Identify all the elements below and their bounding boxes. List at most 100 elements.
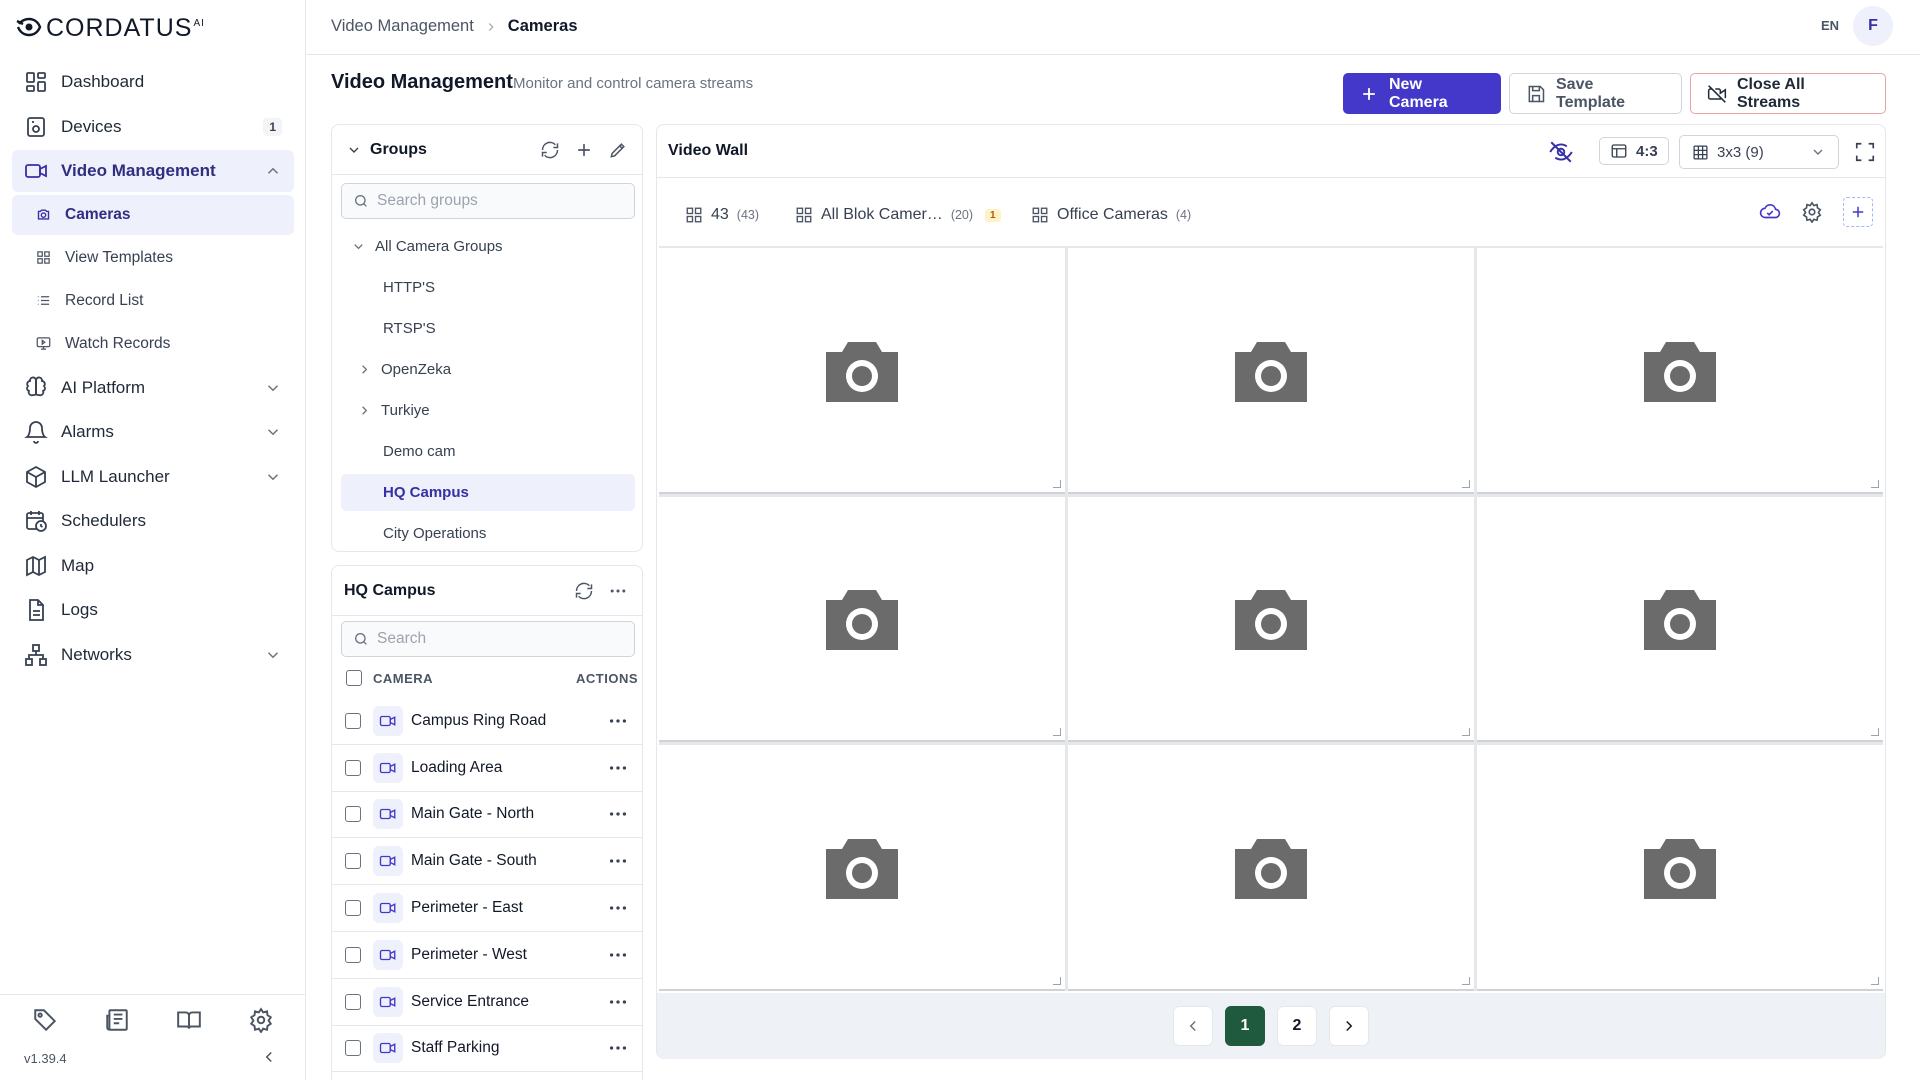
nav-devices[interactable]: Devices 1 <box>12 106 294 148</box>
nav-logs[interactable]: Logs <box>12 589 294 631</box>
tab-all-blok-cameras[interactable]: All Blok Camer… (20) 1 <box>795 206 1001 224</box>
groups-search[interactable] <box>341 183 635 219</box>
layout-select[interactable]: 3x3 (9) <box>1679 135 1839 169</box>
chevron-down-icon[interactable] <box>264 468 282 486</box>
more-horizontal-icon[interactable] <box>607 991 629 1013</box>
nav-watch-records[interactable]: Watch Records <box>12 324 294 364</box>
chevron-down-icon[interactable] <box>351 239 366 254</box>
tree-item-demo-cam[interactable]: Demo cam <box>341 433 635 470</box>
row-checkbox[interactable] <box>345 946 361 963</box>
video-cell[interactable] <box>1068 745 1474 991</box>
more-horizontal-icon[interactable] <box>607 850 629 872</box>
chevron-down-icon[interactable] <box>264 379 282 397</box>
aspect-ratio-toggle[interactable]: 4:3 <box>1599 137 1669 165</box>
table-row[interactable]: Main Gate - North <box>331 792 643 839</box>
nav-networks[interactable]: Networks <box>12 634 294 676</box>
nav-llm-launcher[interactable]: LLM Launcher <box>12 456 294 498</box>
tree-item-turkiye[interactable]: Turkiye <box>341 392 635 429</box>
more-horizontal-icon[interactable] <box>608 581 628 601</box>
newspaper-icon[interactable] <box>104 1007 130 1033</box>
video-cell[interactable] <box>659 248 1065 494</box>
video-cell[interactable] <box>1068 248 1474 494</box>
more-horizontal-icon[interactable] <box>607 1037 629 1059</box>
table-row[interactable]: Main Gate - South <box>331 838 643 886</box>
resize-handle[interactable] <box>1462 977 1470 985</box>
row-checkbox[interactable] <box>345 759 361 776</box>
table-row[interactable]: Service Entrance <box>331 979 643 1026</box>
fullscreen-icon[interactable] <box>1854 141 1876 163</box>
nav-ai-platform[interactable]: AI Platform <box>12 367 294 409</box>
chevron-right-icon[interactable] <box>357 362 372 377</box>
language-switch[interactable]: EN <box>1821 18 1839 33</box>
table-row[interactable]: Staff Parking <box>331 1026 643 1073</box>
nav-map[interactable]: Map <box>12 545 294 587</box>
row-checkbox[interactable] <box>345 806 361 823</box>
tree-item-city-operations[interactable]: City Operations <box>341 515 635 552</box>
page-button[interactable]: 1 <box>1225 1006 1265 1046</box>
groups-search-input[interactable] <box>377 192 577 210</box>
nav-cameras[interactable]: Cameras <box>12 194 294 235</box>
video-cell[interactable] <box>1477 248 1883 494</box>
save-template-button[interactable]: Save Template <box>1509 73 1682 114</box>
cloud-icon[interactable] <box>1759 201 1781 223</box>
breadcrumb-video-management[interactable]: Video Management <box>331 17 474 36</box>
table-row[interactable]: Loading Area <box>331 745 643 792</box>
chevron-right-icon[interactable] <box>357 403 372 418</box>
nav-dashboard[interactable]: Dashboard <box>12 61 294 103</box>
more-horizontal-icon[interactable] <box>607 803 629 825</box>
more-horizontal-icon[interactable] <box>607 757 629 779</box>
nav-view-templates[interactable]: View Templates <box>12 238 294 278</box>
page-button[interactable]: 2 <box>1277 1006 1317 1046</box>
table-row[interactable]: Perimeter - East <box>331 885 643 932</box>
nav-video-management[interactable]: Video Management <box>12 150 294 192</box>
tree-item-all-camera-groups[interactable]: All Camera Groups <box>341 228 635 265</box>
select-all-checkbox[interactable] <box>346 670 362 686</box>
camera-search[interactable] <box>341 621 635 657</box>
tree-item-openzeka[interactable]: OpenZeka <box>341 351 635 388</box>
chevron-down-icon[interactable] <box>264 646 282 664</box>
row-checkbox[interactable] <box>345 712 361 729</box>
refresh-icon[interactable] <box>540 140 560 160</box>
new-camera-button[interactable]: New Camera <box>1343 73 1501 114</box>
resize-handle[interactable] <box>1053 728 1061 737</box>
nav-alarms[interactable]: Alarms <box>12 411 294 453</box>
camera-search-input[interactable] <box>377 630 577 648</box>
resize-handle[interactable] <box>1462 728 1470 737</box>
avatar[interactable]: F <box>1853 6 1893 46</box>
next-page-button[interactable] <box>1329 1006 1369 1046</box>
video-cell[interactable] <box>659 745 1065 991</box>
plus-icon[interactable] <box>574 140 594 160</box>
tab-43[interactable]: 43 (43) <box>685 206 759 224</box>
chevron-down-icon[interactable] <box>264 423 282 441</box>
row-checkbox[interactable] <box>345 1040 361 1057</box>
nav-record-list[interactable]: Record List <box>12 281 294 321</box>
table-row[interactable]: Perimeter - West <box>331 932 643 979</box>
resize-handle[interactable] <box>1053 977 1061 985</box>
table-row[interactable]: Campus Ring Road <box>331 698 643 745</box>
video-cell[interactable] <box>1068 496 1474 743</box>
prev-page-button[interactable] <box>1173 1006 1213 1046</box>
tree-item-hq-campus[interactable]: HQ Campus <box>341 474 635 511</box>
pencil-icon[interactable] <box>608 140 628 160</box>
tag-icon[interactable] <box>32 1007 58 1033</box>
logo[interactable]: CORDATUSAI <box>16 12 205 44</box>
row-checkbox[interactable] <box>345 900 361 917</box>
resize-handle[interactable] <box>1871 977 1879 985</box>
more-horizontal-icon[interactable] <box>607 944 629 966</box>
add-tab-button[interactable] <box>1843 197 1873 227</box>
close-all-streams-button[interactable]: Close All Streams <box>1690 73 1886 114</box>
nav-schedulers[interactable]: Schedulers <box>12 500 294 542</box>
resize-handle[interactable] <box>1053 479 1061 488</box>
row-checkbox[interactable] <box>345 993 361 1010</box>
chevron-up-icon[interactable] <box>264 162 282 180</box>
video-cell[interactable] <box>659 496 1065 743</box>
tree-item-rtsps[interactable]: RTSP'S <box>341 310 635 347</box>
resize-handle[interactable] <box>1462 479 1470 488</box>
tab-office-cameras[interactable]: Office Cameras (4) <box>1031 206 1191 224</box>
book-icon[interactable] <box>176 1007 202 1033</box>
collapse-sidebar-icon[interactable] <box>260 1048 278 1066</box>
tree-item-https[interactable]: HTTP'S <box>341 269 635 306</box>
video-cell[interactable] <box>1477 496 1883 743</box>
settings-icon[interactable] <box>248 1007 274 1033</box>
settings-icon[interactable] <box>1801 201 1823 223</box>
